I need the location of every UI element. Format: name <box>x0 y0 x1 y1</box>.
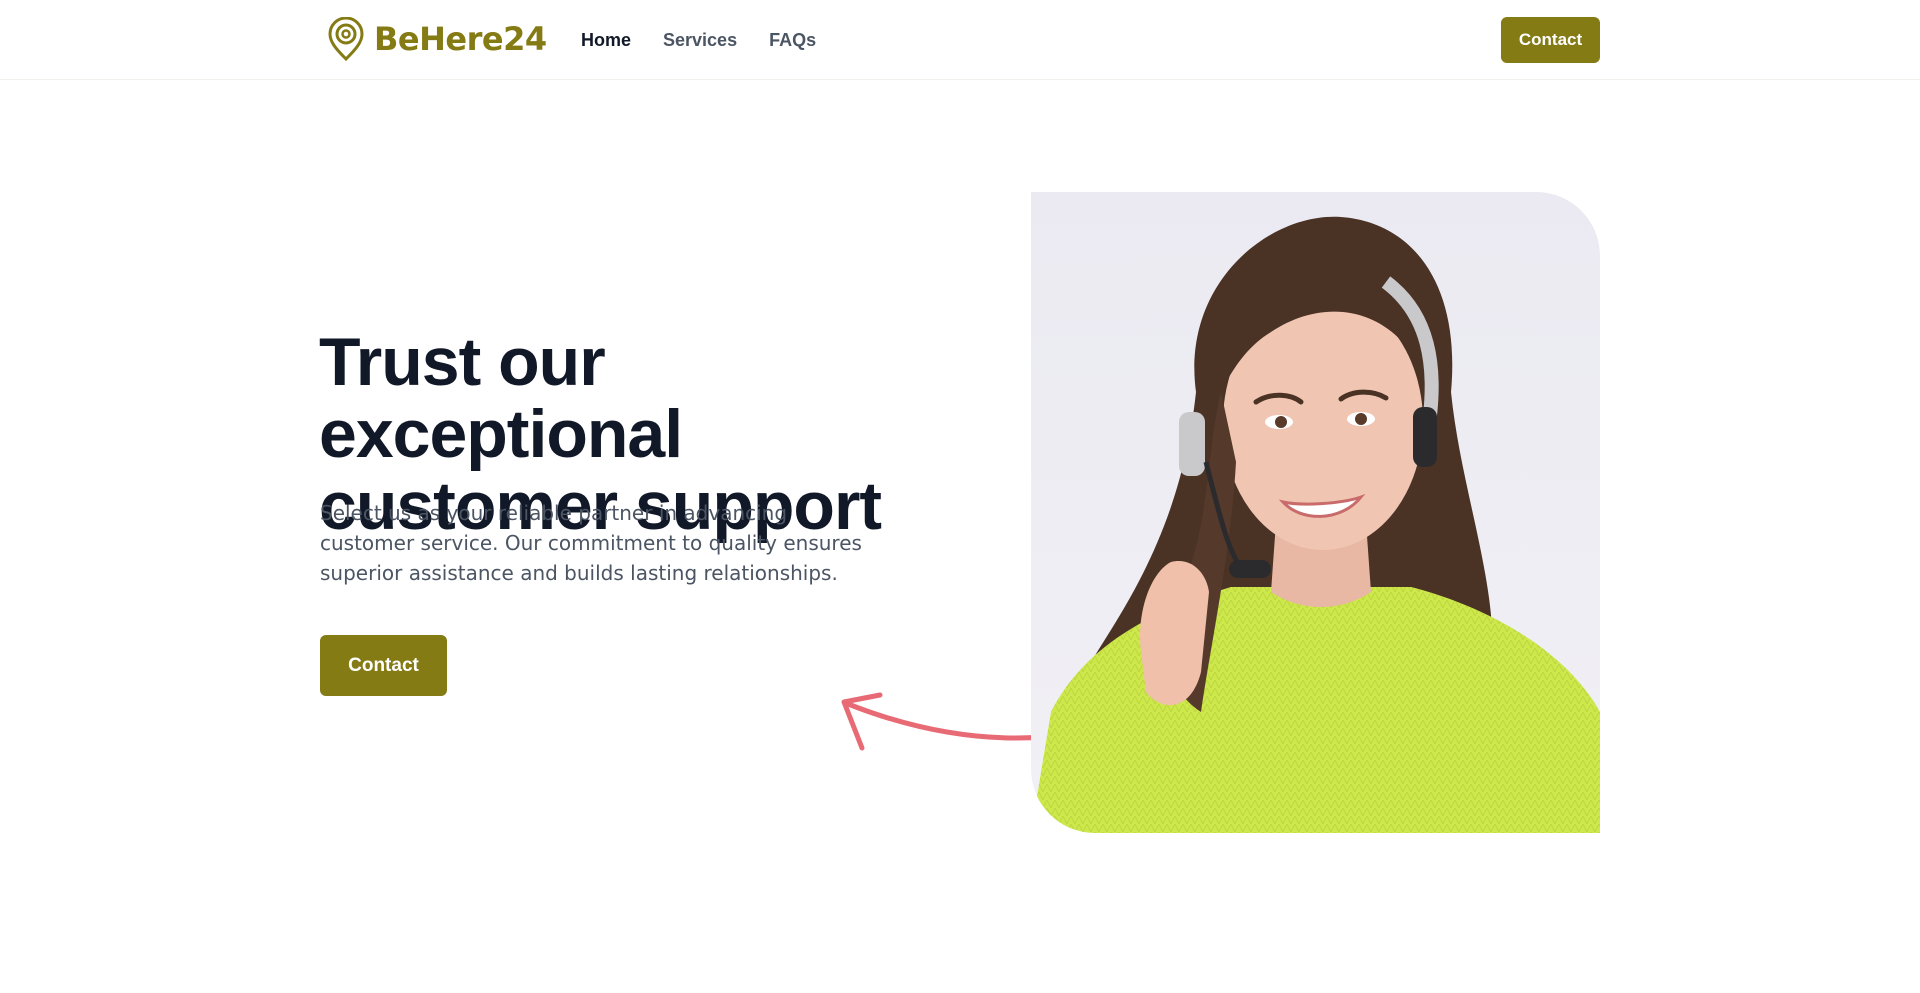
top-navigation-bar: BeHere24 Home Services FAQs Contact <box>0 0 1920 80</box>
brand-name: BeHere24 <box>374 20 547 58</box>
hero-contact-button[interactable]: Contact <box>320 635 447 696</box>
hero-description: Select us as your reliable partner in ad… <box>320 501 862 585</box>
nav-link-services[interactable]: Services <box>663 28 737 52</box>
main-nav: Home Services FAQs <box>581 28 816 52</box>
support-agent-photo <box>1031 192 1600 833</box>
nav-link-home[interactable]: Home <box>581 28 631 52</box>
nav-link-faqs[interactable]: FAQs <box>769 28 816 52</box>
brand-logo[interactable]: BeHere24 <box>326 16 547 62</box>
header-contact-button[interactable]: Contact <box>1501 17 1600 63</box>
map-pin-icon <box>328 17 364 61</box>
